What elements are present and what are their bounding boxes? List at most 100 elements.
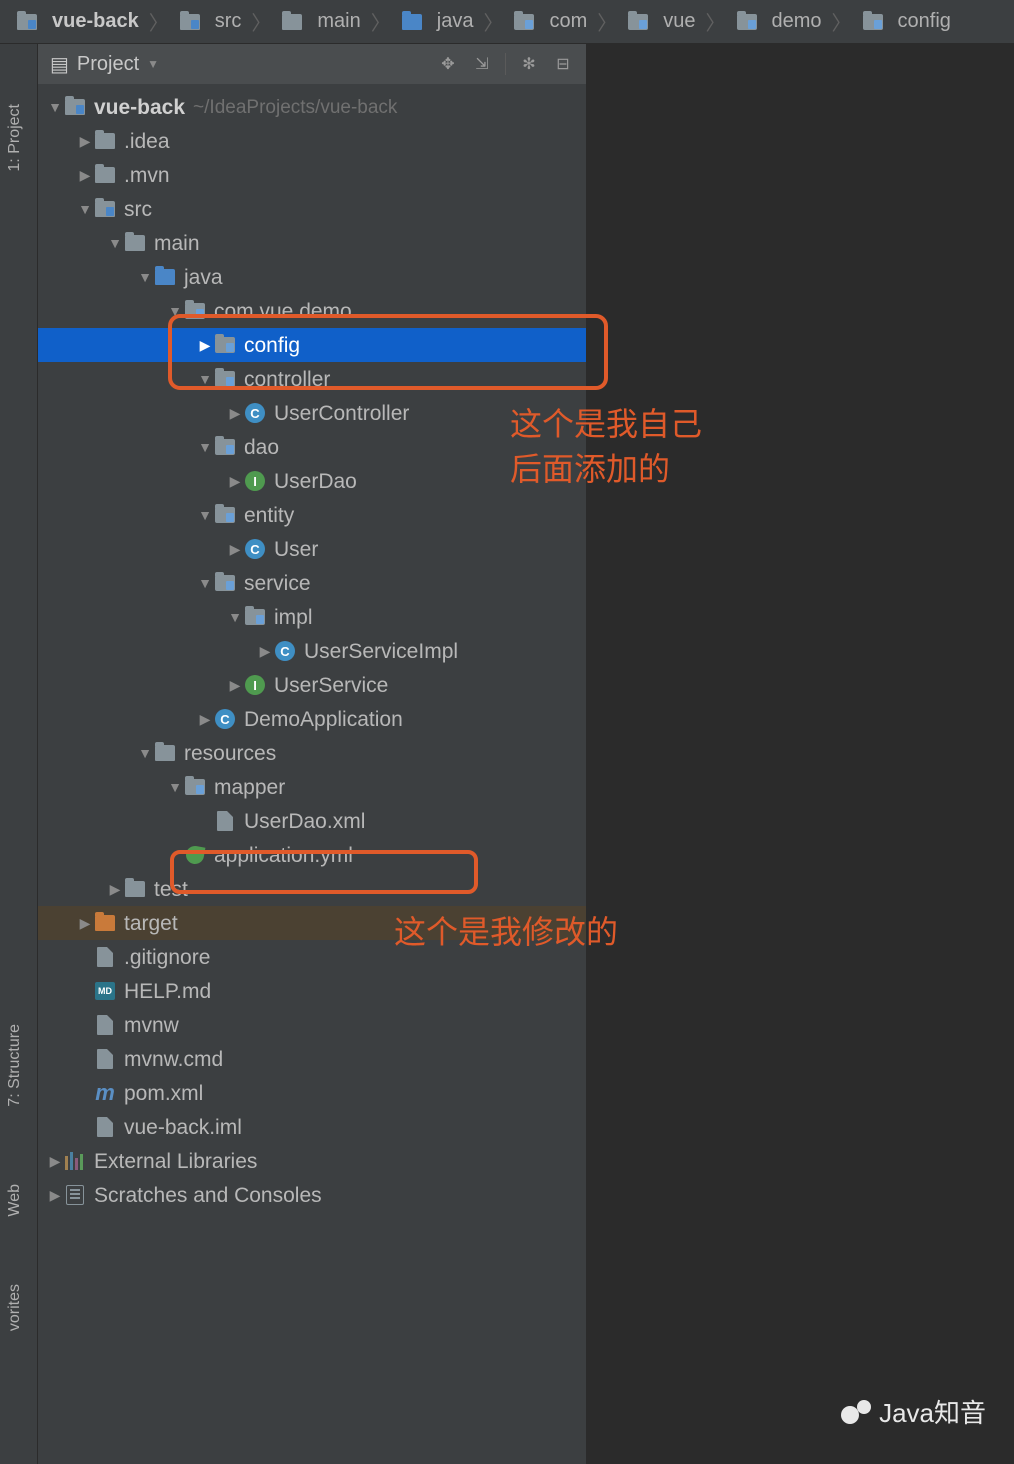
dropdown-icon: ▼ (147, 57, 159, 71)
interface-icon: I (245, 471, 265, 491)
maven-icon: m (95, 1082, 115, 1104)
tree-row[interactable]: ▼service (38, 566, 586, 600)
chevron-right-icon: 〉 (477, 7, 509, 36)
tree-row[interactable]: ▼com.vue.demo (38, 294, 586, 328)
project-tree[interactable]: ▼vue-back~/IdeaProjects/vue-back ▶.idea … (38, 84, 586, 1212)
tree-row[interactable]: ▶Scratches and Consoles (38, 1178, 586, 1212)
expand-arrow-icon[interactable]: ▶ (46, 1154, 64, 1168)
tree-row-appyml[interactable]: application.yml (38, 838, 586, 872)
tree-row[interactable]: ▶.idea (38, 124, 586, 158)
tree-row-config[interactable]: ▶config (38, 328, 586, 362)
tree-row[interactable]: ▶.mvn (38, 158, 586, 192)
class-icon: C (275, 641, 295, 661)
chevron-right-icon: 〉 (826, 7, 858, 36)
expand-arrow-icon[interactable]: ▶ (256, 644, 274, 658)
collapse-icon[interactable]: ⇲ (471, 53, 493, 75)
file-icon (97, 1117, 113, 1137)
breadcrumb-item[interactable]: vue-back (12, 10, 143, 33)
expand-arrow-icon[interactable]: ▼ (46, 100, 64, 114)
expand-arrow-icon[interactable]: ▶ (106, 882, 124, 896)
tree-row[interactable]: ▼impl (38, 600, 586, 634)
left-tool-strip: 1: Project 7: Structure Web vorites (0, 44, 38, 1464)
breadcrumb-item[interactable]: config (858, 10, 955, 33)
gear-icon[interactable]: ✻ (518, 53, 540, 75)
expand-arrow-icon[interactable]: ▼ (196, 508, 214, 522)
tab-web[interactable]: Web (6, 1184, 24, 1217)
chevron-right-icon: 〉 (143, 7, 175, 36)
panel-header: ▤ Project ▼ ✥ ⇲ ✻ ⊟ (38, 44, 586, 84)
tree-row[interactable]: vue-back.iml (38, 1110, 586, 1144)
class-icon: C (245, 539, 265, 559)
tree-row[interactable]: ▼java (38, 260, 586, 294)
tree-row[interactable]: ▶IUserService (38, 668, 586, 702)
annotation-text: 这个是我修改的 (394, 910, 618, 955)
tree-row[interactable]: ▼resources (38, 736, 586, 770)
tree-row[interactable]: ▼controller (38, 362, 586, 396)
tree-row[interactable]: ▼mapper (38, 770, 586, 804)
project-panel: ▤ Project ▼ ✥ ⇲ ✻ ⊟ ▼vue-back~/IdeaProje… (38, 44, 586, 1464)
scratches-icon (66, 1185, 84, 1205)
expand-arrow-icon[interactable]: ▼ (196, 372, 214, 386)
expand-arrow-icon[interactable]: ▶ (226, 678, 244, 692)
interface-icon: I (245, 675, 265, 695)
tree-row[interactable]: ▶CDemoApplication (38, 702, 586, 736)
markdown-icon: MD (95, 982, 115, 1000)
expand-arrow-icon[interactable]: ▼ (166, 780, 184, 794)
annotation-text: 这个是我自己后面添加的 (510, 402, 702, 492)
hide-icon[interactable]: ⊟ (552, 53, 574, 75)
class-icon: C (245, 403, 265, 423)
expand-arrow-icon[interactable]: ▶ (226, 406, 244, 420)
breadcrumb-item[interactable]: vue (623, 10, 699, 33)
tree-row[interactable]: ▶CUserServiceImpl (38, 634, 586, 668)
expand-arrow-icon[interactable]: ▼ (226, 610, 244, 624)
breadcrumb-item[interactable]: main (277, 10, 364, 33)
expand-arrow-icon[interactable]: ▶ (76, 168, 94, 182)
expand-arrow-icon[interactable]: ▶ (196, 338, 214, 352)
expand-arrow-icon[interactable]: ▶ (226, 474, 244, 488)
tree-row[interactable]: ▼main (38, 226, 586, 260)
expand-arrow-icon[interactable]: ▼ (76, 202, 94, 216)
tree-row[interactable]: ▼dao (38, 430, 586, 464)
chevron-right-icon: 〉 (591, 7, 623, 36)
chevron-right-icon: 〉 (245, 7, 277, 36)
tree-row[interactable]: mvnw (38, 1008, 586, 1042)
tree-row[interactable]: ▶IUserDao (38, 464, 586, 498)
expand-arrow-icon[interactable]: ▼ (196, 440, 214, 454)
tab-favorites[interactable]: vorites (6, 1284, 24, 1331)
locate-icon[interactable]: ✥ (437, 53, 459, 75)
tree-row[interactable]: ▶test (38, 872, 586, 906)
tree-row[interactable]: ▶CUserController (38, 396, 586, 430)
expand-arrow-icon[interactable]: ▼ (196, 576, 214, 590)
panel-title[interactable]: ▤ Project ▼ (50, 52, 159, 77)
breadcrumb-item[interactable]: src (175, 10, 246, 33)
wechat-icon (841, 1400, 871, 1424)
breadcrumb: vue-back〉 src〉 main〉 java〉 com〉 vue〉 dem… (0, 0, 1014, 44)
expand-arrow-icon[interactable]: ▼ (106, 236, 124, 250)
tree-row[interactable]: MDHELP.md (38, 974, 586, 1008)
expand-arrow-icon[interactable]: ▶ (46, 1188, 64, 1202)
breadcrumb-item[interactable]: java (397, 10, 478, 33)
project-icon: ▤ (50, 52, 69, 77)
tab-structure[interactable]: 7: Structure (6, 1024, 24, 1107)
expand-arrow-icon[interactable]: ▶ (196, 712, 214, 726)
tree-row[interactable]: UserDao.xml (38, 804, 586, 838)
tree-row[interactable]: mpom.xml (38, 1076, 586, 1110)
expand-arrow-icon[interactable]: ▼ (166, 304, 184, 318)
tree-row[interactable]: mvnw.cmd (38, 1042, 586, 1076)
tree-row[interactable]: ▼entity (38, 498, 586, 532)
tree-row-root[interactable]: ▼vue-back~/IdeaProjects/vue-back (38, 90, 586, 124)
tree-row[interactable]: ▼src (38, 192, 586, 226)
tab-project[interactable]: 1: Project (6, 104, 24, 172)
breadcrumb-item[interactable]: demo (732, 10, 826, 33)
class-icon: C (215, 709, 235, 729)
expand-arrow-icon[interactable]: ▶ (76, 134, 94, 148)
tree-row[interactable]: ▶External Libraries (38, 1144, 586, 1178)
expand-arrow-icon[interactable]: ▼ (136, 270, 154, 284)
chevron-right-icon: 〉 (700, 7, 732, 36)
tree-row[interactable]: ▶CUser (38, 532, 586, 566)
expand-arrow-icon[interactable]: ▶ (76, 916, 94, 930)
breadcrumb-item[interactable]: com (509, 10, 591, 33)
expand-arrow-icon[interactable]: ▶ (226, 542, 244, 556)
expand-arrow-icon[interactable]: ▼ (136, 746, 154, 760)
chevron-right-icon: 〉 (365, 7, 397, 36)
